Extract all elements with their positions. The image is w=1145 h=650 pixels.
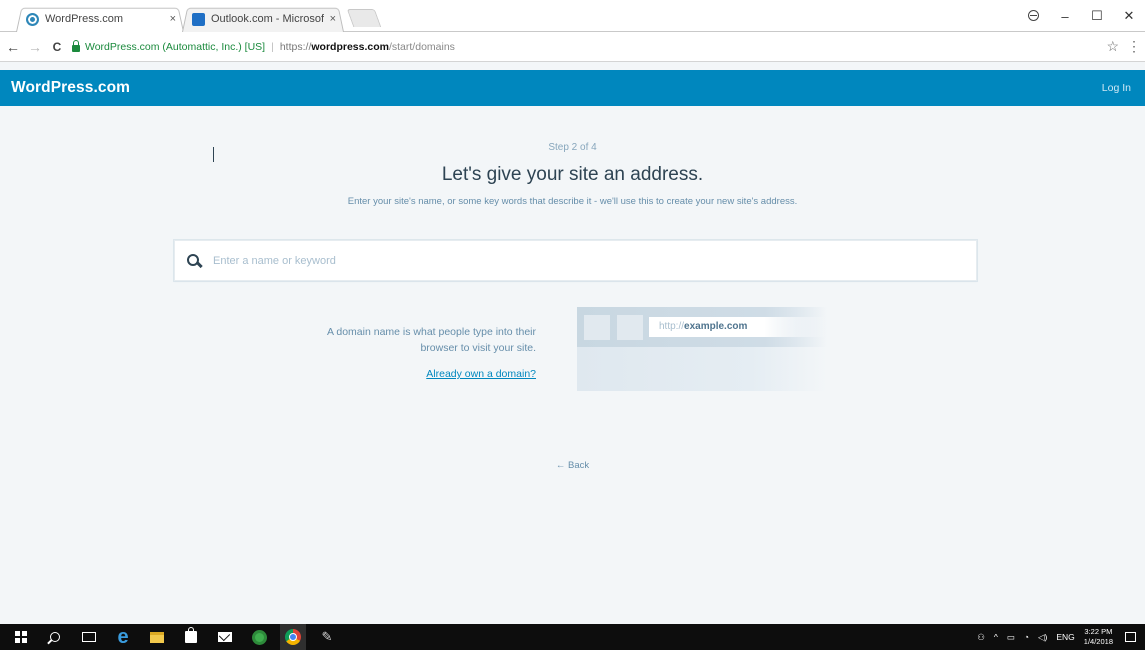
url-path: /start/domains	[388, 40, 455, 53]
profile-icon	[1027, 9, 1039, 21]
text-caret	[213, 147, 214, 162]
clock[interactable]: 3:22 PM 1/4/2018	[1084, 627, 1113, 647]
lock-icon	[72, 39, 80, 52]
language-indicator[interactable]: ENG	[1056, 632, 1074, 642]
login-link[interactable]: Log In	[1102, 82, 1131, 94]
browser-tab-strip: WordPress.com × Outlook.com - Microsof ×…	[0, 0, 1145, 32]
url-separator: |	[271, 40, 274, 53]
minimize-button[interactable]: –	[1049, 9, 1081, 24]
tab-title: Outlook.com - Microsof	[211, 13, 324, 25]
window-controls: – ☐ ✕	[1017, 0, 1145, 32]
illustration-url: http://example.com	[649, 317, 827, 337]
windows-logo-icon	[15, 631, 27, 643]
close-window-button[interactable]: ✕	[1113, 8, 1145, 24]
wordpress-icon	[26, 12, 39, 26]
page-title: Let's give your site an address.	[441, 164, 704, 185]
tab-close-icon[interactable]: ×	[170, 13, 176, 25]
illustration-button	[617, 315, 643, 340]
address-bar[interactable]: WordPress.com (Automattic, Inc.) [US] | …	[72, 36, 1098, 58]
task-view-icon	[82, 632, 96, 642]
app-green-button[interactable]	[246, 624, 272, 650]
mail-icon	[218, 632, 232, 642]
search-taskbar-button[interactable]	[42, 624, 68, 650]
illustration-url-domain: example.com	[684, 321, 748, 332]
illustration-url-scheme: http://	[659, 321, 685, 332]
domain-search-card	[174, 240, 977, 281]
back-link: ← Back	[0, 460, 1145, 471]
url-scheme: https://	[279, 40, 312, 53]
step-indicator: Step 2 of 4	[548, 142, 597, 153]
people-icon[interactable]: ⚇	[977, 632, 985, 643]
illustration-browser-bar: http://example.com	[577, 307, 827, 347]
maximize-button[interactable]: ☐	[1081, 8, 1113, 24]
reload-button[interactable]: C	[48, 40, 66, 54]
file-explorer-button[interactable]	[144, 624, 170, 650]
edge-button[interactable]: e	[110, 624, 136, 650]
edge-icon: e	[117, 626, 129, 648]
green-app-icon	[251, 629, 267, 645]
chrome-taskbar-button[interactable]	[280, 624, 306, 650]
tray-chevron-icon[interactable]: ^	[994, 632, 998, 642]
mail-button[interactable]	[212, 624, 238, 650]
back-link-label[interactable]: ← Back	[556, 460, 589, 471]
app-feather-button[interactable]: ✎	[314, 624, 340, 650]
forward-button[interactable]: →	[26, 39, 44, 55]
tab-outlook[interactable]: Outlook.com - Microsof ×	[182, 6, 344, 32]
outlook-icon	[192, 12, 205, 26]
tab-inner: Outlook.com - Microsof ×	[192, 12, 336, 26]
tab-title: WordPress.com	[45, 13, 124, 25]
network-icon[interactable]: ◔	[1024, 632, 1029, 642]
already-own-domain-link[interactable]: Already own a domain?	[300, 368, 536, 380]
store-icon	[185, 627, 197, 643]
domain-search-input[interactable]	[213, 241, 976, 280]
site-identity[interactable]: WordPress.com (Automattic, Inc.) [US]	[85, 41, 265, 53]
domain-explainer-text: A domain name is what people type into t…	[327, 326, 536, 354]
signup-domains-step: Step 2 of 4 Let's give your site an addr…	[0, 106, 1145, 624]
search-icon[interactable]	[187, 253, 201, 268]
domain-illustration: http://example.com	[577, 307, 827, 391]
store-button[interactable]	[178, 624, 204, 650]
clock-date: 1/4/2018	[1083, 637, 1113, 646]
folder-icon	[150, 631, 164, 643]
page-subtitle: Enter your site's name, or some key word…	[347, 196, 798, 207]
browser-toolbar: ← → C WordPress.com (Automattic, Inc.) […	[0, 32, 1145, 62]
tab-inner: WordPress.com ×	[26, 12, 176, 26]
action-center-icon[interactable]	[1125, 632, 1136, 642]
wordpress-logo[interactable]: WordPress.com	[11, 79, 130, 97]
tab-close-icon[interactable]: ×	[330, 13, 336, 25]
windows-taskbar: e ✎ ⚇ ^ ▭ ◔ ◁) ENG 3:22 PM 1/4/2018	[0, 624, 1145, 650]
masterbar: WordPress.com Log In	[0, 70, 1145, 106]
battery-icon[interactable]: ▭	[1007, 632, 1015, 643]
search-icon	[50, 632, 60, 642]
start-button[interactable]	[8, 624, 34, 650]
clock-time: 3:22 PM	[1084, 627, 1113, 636]
url-host: wordpress.com	[311, 40, 389, 53]
feather-icon: ✎	[321, 629, 333, 644]
new-tab-button[interactable]	[346, 9, 382, 27]
bookmark-star-icon[interactable]: ☆	[1106, 38, 1119, 55]
back-button[interactable]: ←	[4, 39, 22, 55]
task-view-button[interactable]	[76, 624, 102, 650]
chrome-icon	[285, 629, 301, 645]
volume-icon[interactable]: ◁)	[1038, 632, 1047, 643]
system-tray: ⚇ ^ ▭ ◔ ◁) ENG 3:22 PM 1/4/2018	[977, 624, 1145, 650]
illustration-button	[584, 315, 610, 340]
browser-menu-icon[interactable]: ⋮	[1127, 38, 1141, 55]
profile-button[interactable]	[1017, 9, 1049, 24]
tab-wordpress[interactable]: WordPress.com ×	[16, 6, 184, 32]
